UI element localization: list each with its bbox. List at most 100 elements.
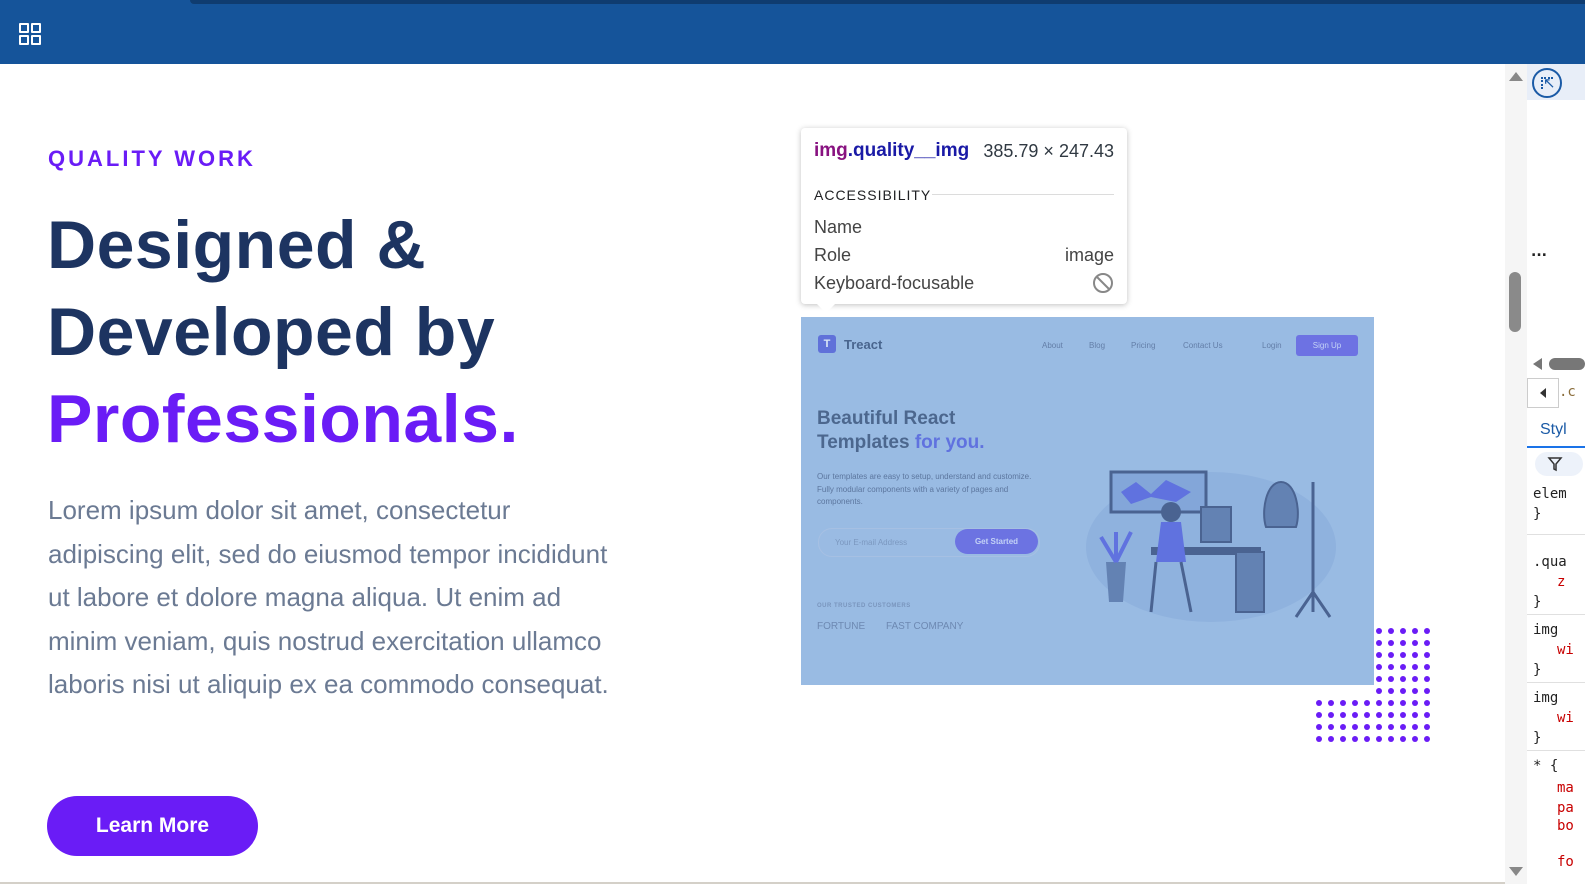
decorative-dot <box>1388 640 1394 646</box>
decorative-dot <box>1376 664 1382 670</box>
css-rule-quality: .qua <box>1533 554 1567 570</box>
css-rule-element: elem <box>1533 486 1567 502</box>
decorative-dot <box>1412 676 1418 682</box>
breadcrumb-class: .c <box>1559 384 1576 400</box>
decorative-dot <box>1376 640 1382 646</box>
css-rule-img: img <box>1533 690 1559 706</box>
tab-styles[interactable]: Styl <box>1527 416 1585 448</box>
tab-scroll-left-icon[interactable] <box>1531 357 1585 371</box>
not-focusable-icon <box>1093 273 1113 293</box>
hero-headline: Designed & Developed by Professionals. <box>47 202 519 463</box>
grid-apps-icon[interactable] <box>19 23 41 45</box>
devtools-toolbar <box>1527 64 1585 100</box>
decorative-dot <box>1424 712 1430 718</box>
decorative-dots <box>1316 628 1432 744</box>
scroll-up-arrow-icon[interactable] <box>1509 72 1523 81</box>
more-options-icon[interactable]: ... <box>1531 244 1547 260</box>
decorative-dot <box>1400 712 1406 718</box>
page-scrollbar[interactable] <box>1505 64 1527 884</box>
panel-tab-arrows[interactable] <box>1531 357 1585 371</box>
decorative-dot <box>1412 724 1418 730</box>
decorative-dot <box>1400 664 1406 670</box>
decorative-dot <box>1412 688 1418 694</box>
decorative-dot <box>1424 688 1430 694</box>
scroll-down-arrow-icon[interactable] <box>1509 867 1523 876</box>
decorative-dot <box>1424 676 1430 682</box>
decorative-dot <box>1424 664 1430 670</box>
section-eyebrow: QUALITY WORK <box>48 146 256 171</box>
hero-description: Lorem ipsum dolor sit amet, consectetur … <box>48 495 609 699</box>
decorative-dot <box>1316 724 1322 730</box>
styles-filter[interactable] <box>1535 452 1583 476</box>
decorative-dot <box>1424 640 1430 646</box>
tooltip-role-value: image <box>1064 245 1114 265</box>
decorative-dot <box>1388 676 1394 682</box>
decorative-dot <box>1400 688 1406 694</box>
decorative-dot <box>1388 688 1394 694</box>
decorative-dot <box>1328 736 1334 742</box>
devtools-panel: ... .c Styl elem } .qua z } img wi } img… <box>1527 64 1585 884</box>
decorative-dot <box>1316 700 1322 706</box>
css-close-brace: } <box>1533 506 1542 522</box>
tooltip-section-title: ACCESSIBILITY <box>814 187 932 203</box>
decorative-dot <box>1400 628 1406 634</box>
decorative-dot <box>1328 712 1334 718</box>
css-prop-font: fo <box>1557 854 1574 870</box>
decorative-dot <box>1364 724 1370 730</box>
decorative-dot <box>1376 628 1382 634</box>
tooltip-dimensions: 385.79 × 247.43 <box>983 141 1114 161</box>
inspect-tooltip: img.quality__img 385.79 × 247.43 ACCESSI… <box>801 128 1127 313</box>
scrollbar-thumb[interactable] <box>1509 272 1521 332</box>
decorative-dot <box>1376 700 1382 706</box>
tooltip-name-label: Name <box>814 217 863 237</box>
decorative-dot <box>1400 640 1406 646</box>
decorative-dot <box>1424 652 1430 658</box>
decorative-dot <box>1412 700 1418 706</box>
decorative-dot <box>1340 700 1346 706</box>
decorative-dot <box>1352 724 1358 730</box>
decorative-dot <box>1316 736 1322 742</box>
decorative-dot <box>1328 724 1334 730</box>
decorative-dot <box>1424 700 1430 706</box>
decorative-dot <box>1388 724 1394 730</box>
decorative-dot <box>1400 652 1406 658</box>
decorative-dot <box>1400 676 1406 682</box>
tooltip-selector: img.quality__img <box>814 140 969 162</box>
decorative-dot <box>1424 628 1430 634</box>
css-rule-universal: * { <box>1533 758 1559 774</box>
css-prop-padding: pa <box>1557 800 1574 816</box>
rule-divider <box>1527 682 1585 683</box>
decorative-dot <box>1352 712 1358 718</box>
decorative-dot <box>1388 712 1394 718</box>
decorative-dot <box>1388 652 1394 658</box>
tooltip-role-label: Role <box>814 245 852 265</box>
css-prop-width: wi <box>1557 642 1574 658</box>
headline-line-1: Designed & <box>47 207 427 283</box>
headline-accent: Professionals. <box>47 381 519 457</box>
page-bottom-border <box>0 882 1505 884</box>
browser-toolbar <box>0 0 1585 64</box>
css-prop-box: bo <box>1557 818 1574 834</box>
decorative-dot <box>1400 736 1406 742</box>
decorative-dot <box>1400 724 1406 730</box>
decorative-dot <box>1352 736 1358 742</box>
decorative-dot <box>1340 724 1346 730</box>
learn-more-button[interactable]: Learn More <box>47 796 258 856</box>
decorative-dot <box>1376 652 1382 658</box>
css-prop-width: wi <box>1557 710 1574 726</box>
inspect-element-icon[interactable] <box>1532 68 1562 98</box>
decorative-dot <box>1412 652 1418 658</box>
decorative-dot <box>1412 712 1418 718</box>
quality-image: T Treact About Blog Pricing Contact Us L… <box>801 317 1374 685</box>
decorative-dot <box>1412 664 1418 670</box>
css-rule-img: img <box>1533 622 1559 638</box>
decorative-dot <box>1328 700 1334 706</box>
rule-divider <box>1527 534 1585 535</box>
decorative-dot <box>1400 700 1406 706</box>
decorative-dot <box>1376 724 1382 730</box>
tab-strip <box>190 0 1585 4</box>
decorative-dot <box>1412 736 1418 742</box>
decorative-dot <box>1412 628 1418 634</box>
breadcrumb-back[interactable] <box>1527 378 1559 408</box>
tooltip-keyboard-label: Keyboard-focusable <box>814 273 975 293</box>
